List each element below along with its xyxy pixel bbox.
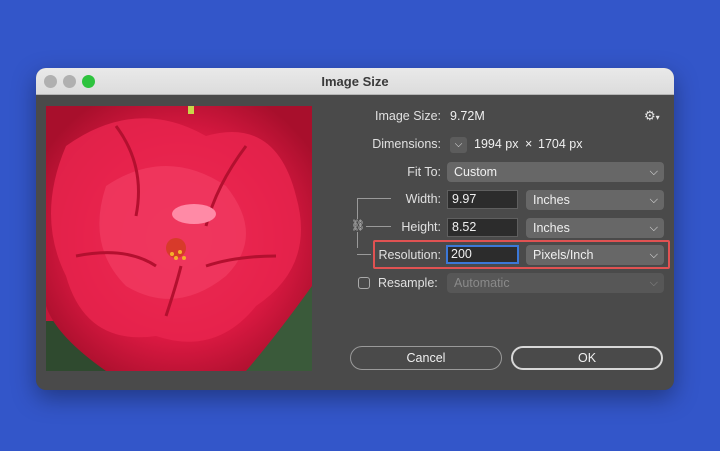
chevron-down-icon: ⌵ xyxy=(649,166,658,178)
resample-select[interactable]: Automatic ⌵ xyxy=(447,273,664,293)
dimensions-times: × xyxy=(525,137,533,151)
image-size-value: 9.72M xyxy=(450,109,485,123)
ok-button[interactable]: OK xyxy=(511,346,663,370)
resolution-unit-select[interactable]: Pixels/Inch ⌵ xyxy=(526,245,664,265)
resample-selected: Automatic xyxy=(454,276,510,290)
width-unit-select[interactable]: Inches ⌵ xyxy=(526,190,664,210)
fit-to-select[interactable]: Custom ⌵ xyxy=(447,162,664,182)
fit-to-label: Fit To: xyxy=(407,165,441,179)
width-unit-selected: Inches xyxy=(533,193,570,207)
chevron-down-icon: ⌵ xyxy=(649,222,658,234)
flower-preview-image xyxy=(46,106,312,371)
title-bar: Image Size xyxy=(36,68,674,95)
resample-label: Resample: xyxy=(378,276,438,290)
width-label: Width: xyxy=(405,192,441,206)
width-input[interactable]: 9.97 xyxy=(447,190,518,209)
window-title: Image Size xyxy=(321,74,389,89)
resolution-label: Resolution: xyxy=(378,248,441,262)
chevron-down-icon: ⌵ xyxy=(649,194,658,206)
image-size-label: Image Size: xyxy=(374,109,441,123)
chevron-down-icon[interactable]: ⌵ xyxy=(450,137,467,153)
height-unit-selected: Inches xyxy=(533,221,570,235)
dimensions-height-value: 1704 px xyxy=(538,137,583,151)
dimensions-width-value: 1994 px xyxy=(474,137,519,151)
image-size-dialog: Image Size Image Size: 9.72M ⚙▾ Dimensio… xyxy=(36,68,674,390)
height-unit-select[interactable]: Inches ⌵ xyxy=(526,218,664,238)
chevron-down-icon: ⌵ xyxy=(649,277,658,289)
gear-icon[interactable]: ⚙▾ xyxy=(644,108,660,124)
chevron-down-icon: ⌵ xyxy=(649,249,658,261)
height-label: Height: xyxy=(401,220,441,234)
height-input[interactable]: 8.52 xyxy=(447,218,518,237)
resolution-unit-selected: Pixels/Inch xyxy=(533,248,594,262)
fit-to-selected: Custom xyxy=(454,165,498,179)
dimensions-label: Dimensions: xyxy=(372,137,441,151)
image-preview[interactable] xyxy=(46,106,312,371)
resample-checkbox[interactable] xyxy=(358,277,370,289)
resolution-input[interactable]: 200 xyxy=(446,245,519,264)
cancel-button[interactable]: Cancel xyxy=(350,346,502,370)
